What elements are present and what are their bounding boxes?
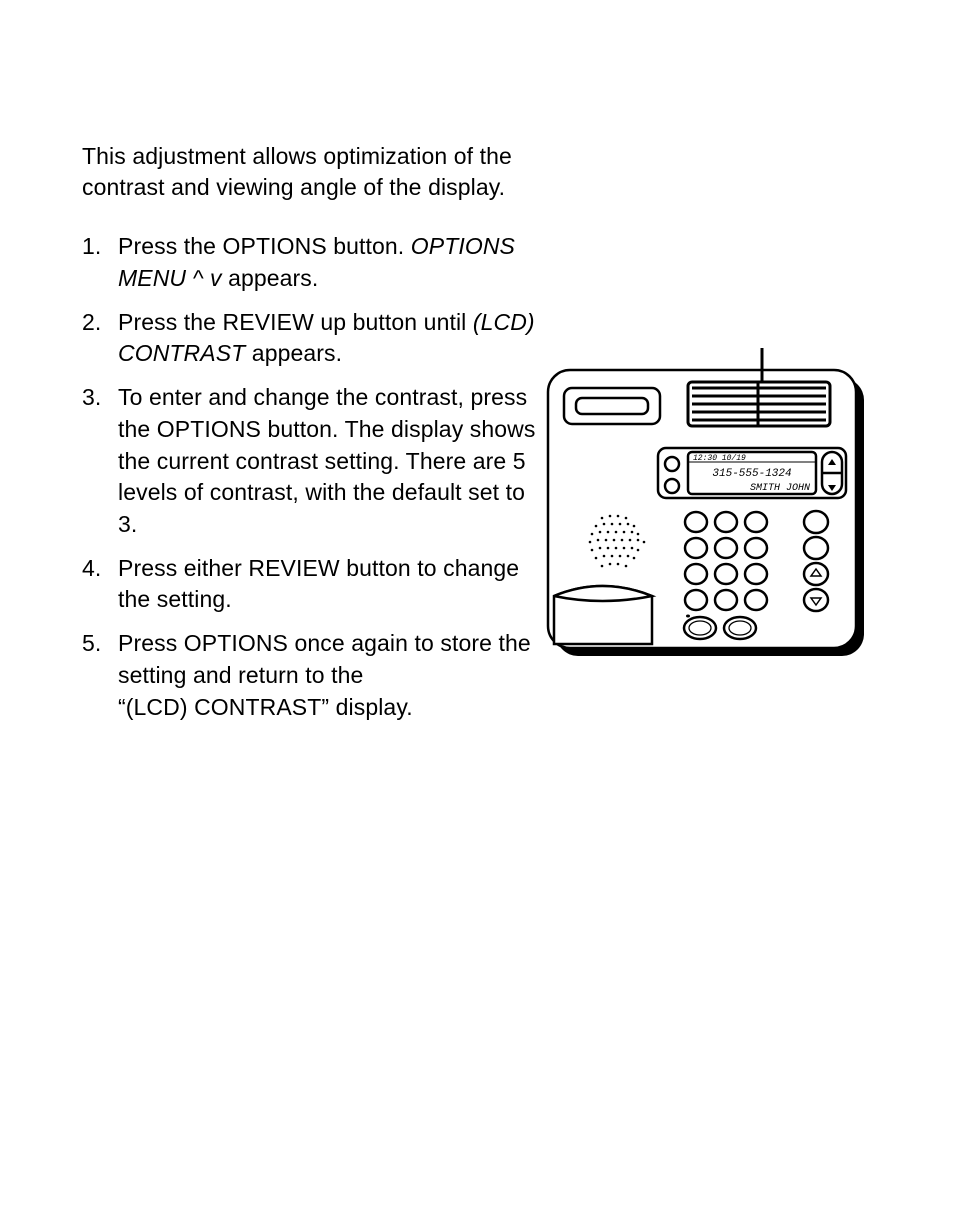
step-4: 4. Press either REVIEW button to change … — [82, 553, 542, 616]
step-text-pre: Press the OPTIONS button. — [118, 233, 411, 259]
step-5: 5. Press OPTIONS once again to store the… — [82, 628, 542, 723]
lcd-line1: 12:30 10/19 — [693, 454, 746, 463]
step-1: 1. Press the OPTIONS button. OPTIONS MEN… — [82, 231, 542, 294]
intro-paragraph: This adjustment allows optimization of t… — [82, 141, 542, 203]
step-number: 4. — [82, 553, 101, 585]
step-text-pre: Press either REVIEW button to change the… — [118, 555, 519, 613]
step-number: 3. — [82, 382, 101, 414]
step-2: 2. Press the REVIEW up button until (LCD… — [82, 307, 542, 370]
step-number: 1. — [82, 231, 101, 263]
step-text-pre: Press the REVIEW up button until — [118, 309, 473, 335]
lcd-line2: 315-555-1324 — [712, 468, 791, 480]
lcd-line3: SMITH JOHN — [750, 483, 810, 494]
manual-page: This adjustment allows optimization of t… — [0, 0, 954, 1215]
step-text-post: appears. — [222, 265, 319, 291]
step-text-pre: Press OPTIONS once again to store the se… — [118, 630, 531, 719]
phone-svg: 12:30 10/19 315-555-1324 SMITH JOHN — [540, 348, 870, 678]
step-number: 5. — [82, 628, 101, 660]
steps-list: 1. Press the OPTIONS button. OPTIONS MEN… — [82, 231, 542, 723]
step-text-pre: To enter and change the contrast, press … — [118, 384, 535, 537]
step-number: 2. — [82, 307, 101, 339]
step-3: 3. To enter and change the contrast, pre… — [82, 382, 542, 541]
phone-illustration: 12:30 10/19 315-555-1324 SMITH JOHN — [540, 348, 870, 678]
step-text-post: appears. — [245, 340, 342, 366]
